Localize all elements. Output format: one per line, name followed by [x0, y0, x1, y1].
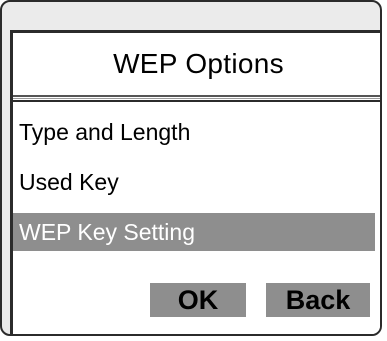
device-frame: WEP Options Type and Length Used Key WEP… — [0, 0, 382, 336]
menu-item-used-key[interactable]: Used Key — [13, 163, 375, 201]
menu-item-type-and-length[interactable]: Type and Length — [13, 113, 375, 151]
ok-button[interactable]: OK — [150, 283, 246, 317]
back-button[interactable]: Back — [266, 283, 370, 317]
lcd-screen: WEP Options Type and Length Used Key WEP… — [10, 30, 380, 334]
title-divider — [13, 95, 380, 102]
page-title: WEP Options — [113, 48, 284, 79]
menu-item-wep-key-setting[interactable]: WEP Key Setting — [13, 213, 375, 251]
